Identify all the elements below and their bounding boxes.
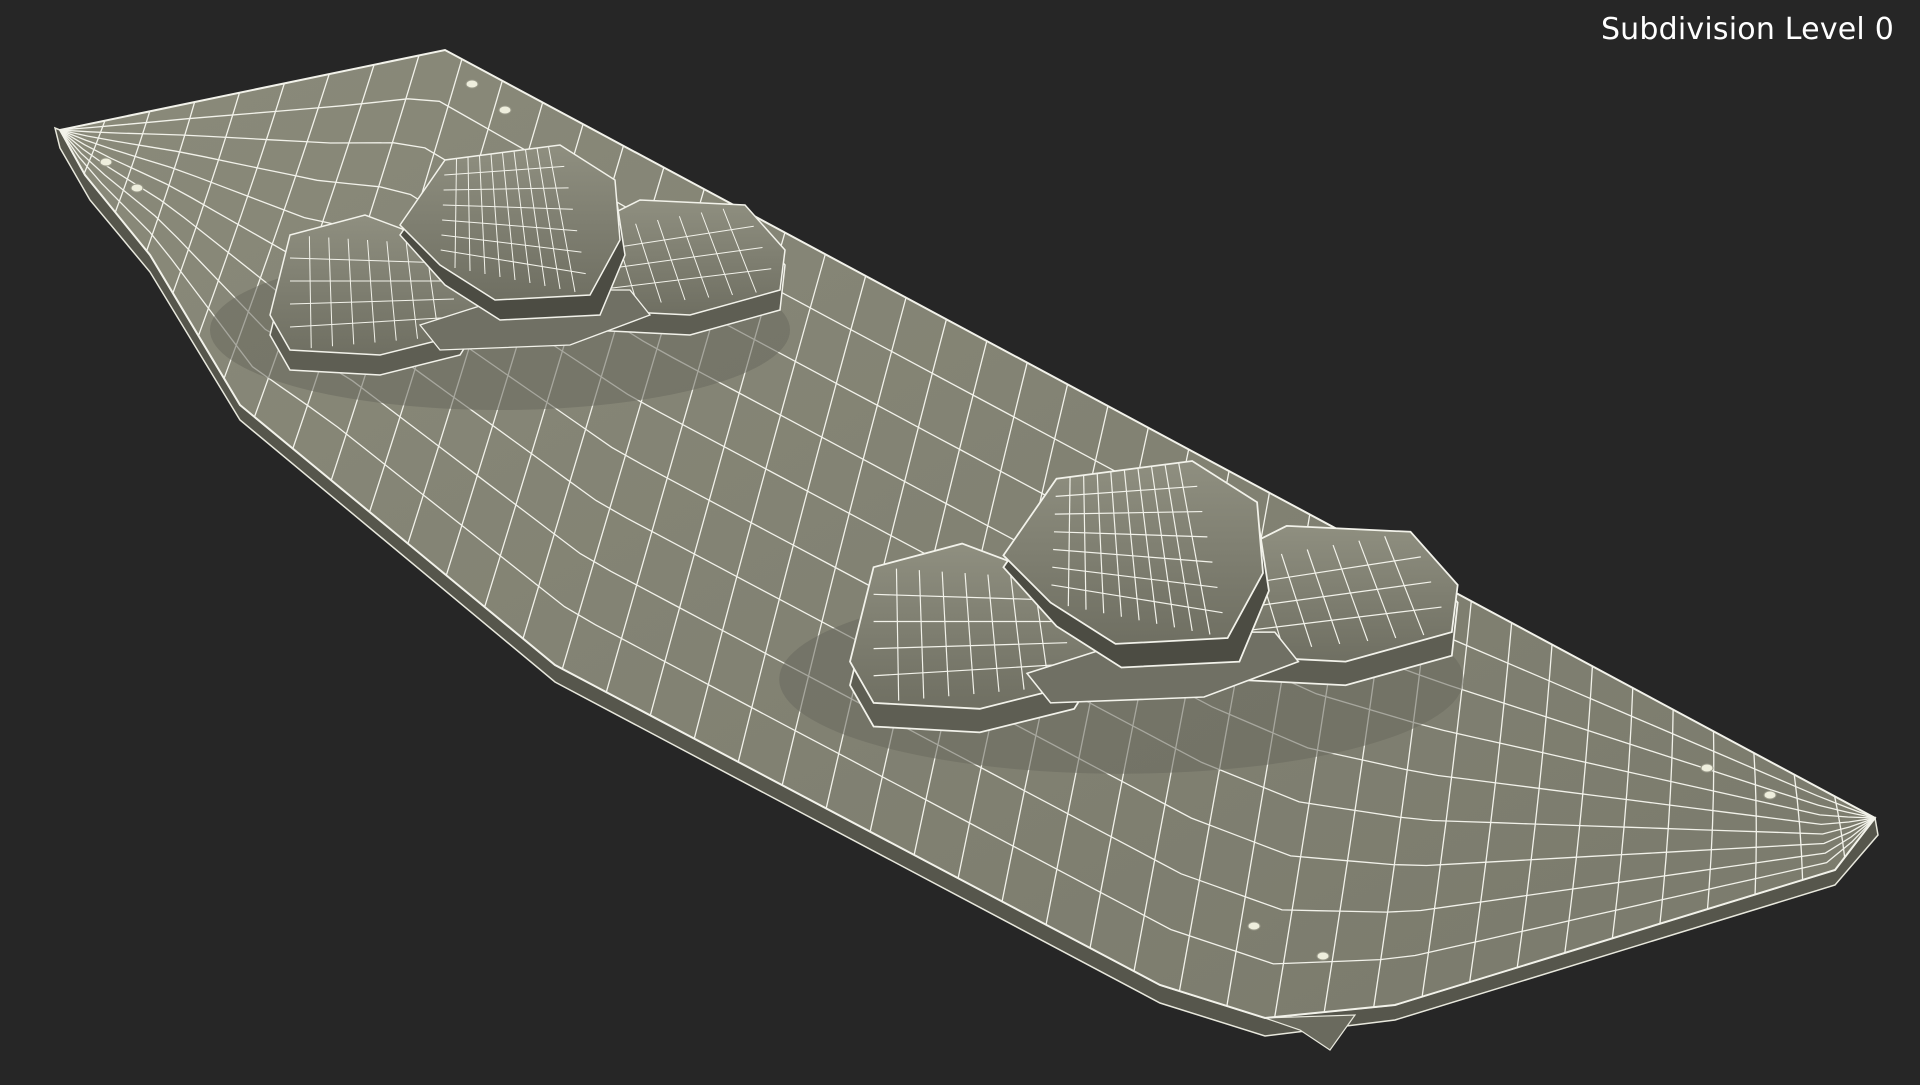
kiteboard-render: [53, 48, 1879, 1051]
render-viewport: Subdivision Level 0: [0, 0, 1920, 1080]
subdivision-level-label: Subdivision Level 0: [1600, 12, 1894, 47]
